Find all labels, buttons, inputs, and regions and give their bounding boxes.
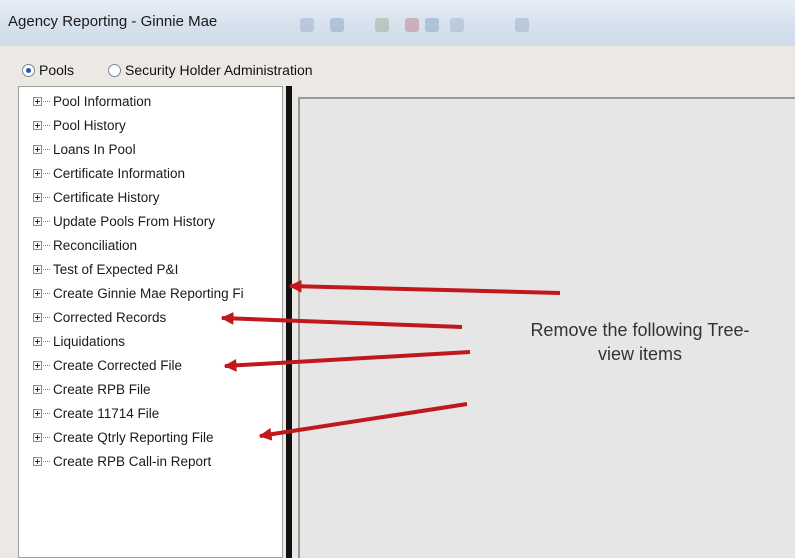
- annotation-arrow: [223, 350, 471, 372]
- annotation-arrow: [288, 279, 561, 295]
- annotation-arrow: [220, 312, 463, 329]
- annotation-arrow: [258, 402, 468, 441]
- annotation-arrows: [220, 279, 561, 441]
